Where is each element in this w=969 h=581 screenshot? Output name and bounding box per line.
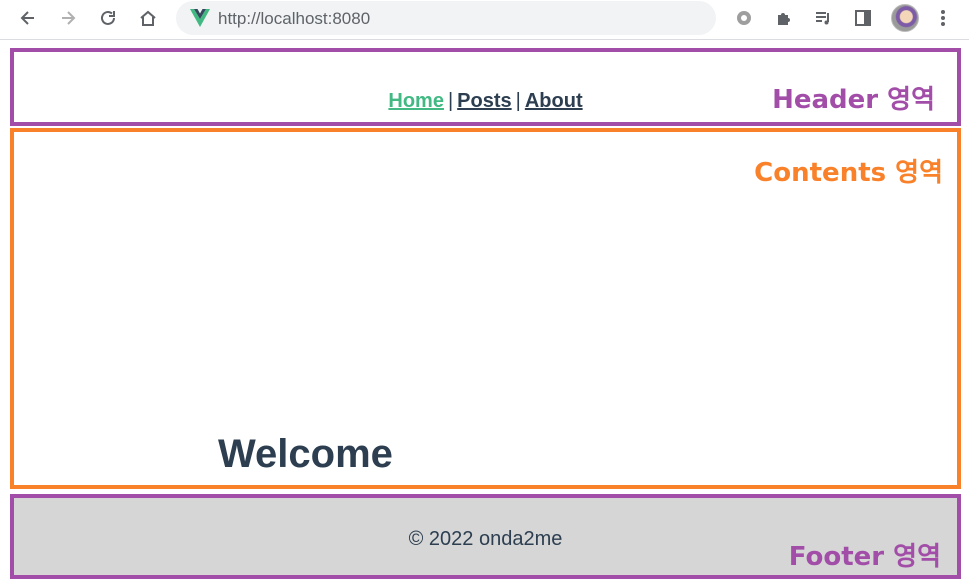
- contents-region-label: Contents 영역: [754, 158, 943, 188]
- nav-separator: |: [447, 90, 454, 112]
- side-panel-icon[interactable]: [849, 6, 877, 30]
- footer-region-label: Footer 영역: [788, 542, 941, 572]
- reload-icon[interactable]: [94, 6, 122, 30]
- puzzle-extensions-icon[interactable]: [770, 6, 798, 30]
- header-region-label: Header 영역: [772, 85, 935, 115]
- contents-region: Contents 영역 Welcome: [10, 128, 961, 489]
- nav-link-posts[interactable]: Posts: [457, 90, 511, 112]
- footer-region: © 2022 onda2me Footer 영역: [10, 494, 961, 579]
- home-icon[interactable]: [134, 6, 162, 30]
- nav-separator: |: [515, 90, 521, 112]
- media-queue-icon[interactable]: [809, 6, 837, 30]
- kebab-menu-icon[interactable]: [929, 6, 957, 30]
- header-region: Home | Posts | About Header 영역: [10, 48, 961, 126]
- welcome-heading: Welcome: [218, 432, 393, 476]
- browser-toolbar: http://localhost:8080: [0, 0, 969, 40]
- gear-extension-icon[interactable]: [730, 6, 758, 30]
- address-bar[interactable]: http://localhost:8080: [176, 1, 716, 35]
- nav-link-about[interactable]: About: [525, 90, 583, 112]
- forward-arrow-icon[interactable]: [54, 6, 82, 30]
- vue-logo-icon: [190, 9, 210, 27]
- profile-avatar[interactable]: [891, 4, 919, 32]
- url-text[interactable]: http://localhost:8080: [218, 9, 370, 29]
- back-arrow-icon[interactable]: [14, 6, 42, 30]
- nav-link-home[interactable]: Home: [388, 90, 444, 112]
